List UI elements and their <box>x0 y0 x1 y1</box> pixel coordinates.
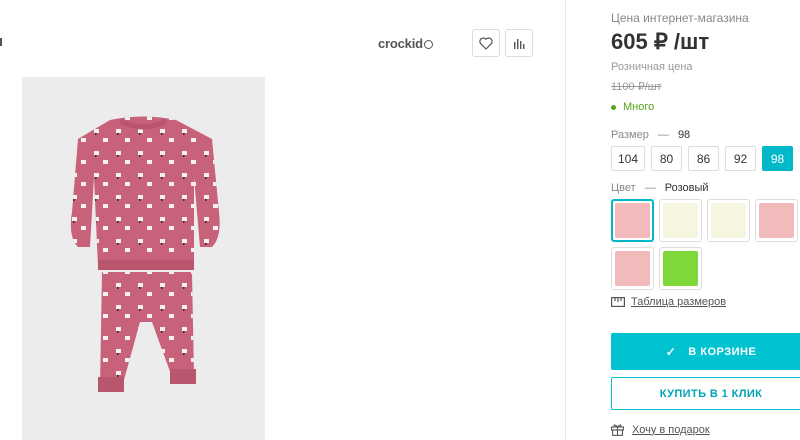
size-options: 104 80 86 92 98 <box>611 146 794 171</box>
swatch-fill <box>615 203 650 238</box>
in-cart-label: В КОРЗИНЕ <box>688 345 757 358</box>
swatch-fill <box>615 251 650 286</box>
color-swatch[interactable] <box>611 199 654 242</box>
online-price: 605 ₽ /шт <box>611 29 710 54</box>
color-swatch[interactable] <box>611 247 654 290</box>
gift-icon <box>611 424 624 436</box>
stock-dot-icon <box>611 104 616 110</box>
size-option[interactable]: 92 <box>725 146 757 171</box>
edge-arrow-fragment <box>0 38 2 46</box>
swatch-fill <box>663 203 698 238</box>
gift-wish-label: Хочу в подарок <box>632 423 710 436</box>
stock-status-text: Много <box>623 101 655 113</box>
size-option[interactable]: 86 <box>688 146 720 171</box>
purchase-panel: Цена интернет-магазина 605 ₽ /шт Розничн… <box>565 0 800 440</box>
swatch-fill <box>711 203 746 238</box>
in-cart-button[interactable]: ✓ В КОРЗИНЕ <box>611 333 800 370</box>
size-table-link[interactable]: Таблица размеров <box>611 296 726 308</box>
selected-color: Розовый <box>664 182 709 194</box>
ruler-icon <box>611 297 625 307</box>
color-swatches <box>611 199 800 290</box>
stock-status: Много <box>611 101 654 113</box>
gift-wish-link[interactable]: Хочу в подарок <box>611 423 710 436</box>
compare-button[interactable] <box>505 29 533 57</box>
brand-logo[interactable]: crockid <box>378 36 433 51</box>
retail-price: 1100 ₽/шт <box>611 81 662 93</box>
swatch-fill <box>663 251 698 286</box>
bar-chart-icon <box>514 39 525 49</box>
color-label-text: Цвет <box>611 182 636 194</box>
swatch-fill <box>759 203 794 238</box>
size-option[interactable]: 80 <box>651 146 683 171</box>
color-swatch[interactable] <box>707 199 750 242</box>
buy-one-click-button[interactable]: КУПИТЬ В 1 КЛИК <box>611 377 800 410</box>
retail-price-label: Розничная цена <box>611 61 693 73</box>
size-option[interactable]: 104 <box>611 146 646 171</box>
color-label-dash: — <box>644 182 656 194</box>
size-label-dash: — <box>657 129 669 141</box>
size-table-label: Таблица размеров <box>631 296 727 308</box>
favorite-button[interactable] <box>472 29 500 57</box>
selected-size: 98 <box>677 129 691 141</box>
size-label: Размер — 98 <box>611 129 690 141</box>
online-price-label: Цена интернет-магазина <box>611 11 749 25</box>
pajama-illustration <box>70 116 220 392</box>
brand-name: crockid <box>378 36 423 51</box>
heart-icon <box>479 36 493 50</box>
color-label: Цвет — Розовый <box>611 182 709 194</box>
product-photo[interactable] <box>22 77 265 440</box>
color-swatch[interactable] <box>659 247 702 290</box>
brand-logo-mark <box>423 40 433 49</box>
product-gallery-panel: crockid <box>0 0 565 440</box>
check-icon: ✓ <box>665 344 677 359</box>
size-label-text: Размер <box>611 129 649 141</box>
size-option[interactable]: 98 <box>762 146 794 171</box>
color-swatch[interactable] <box>659 199 702 242</box>
color-swatch[interactable] <box>755 199 798 242</box>
